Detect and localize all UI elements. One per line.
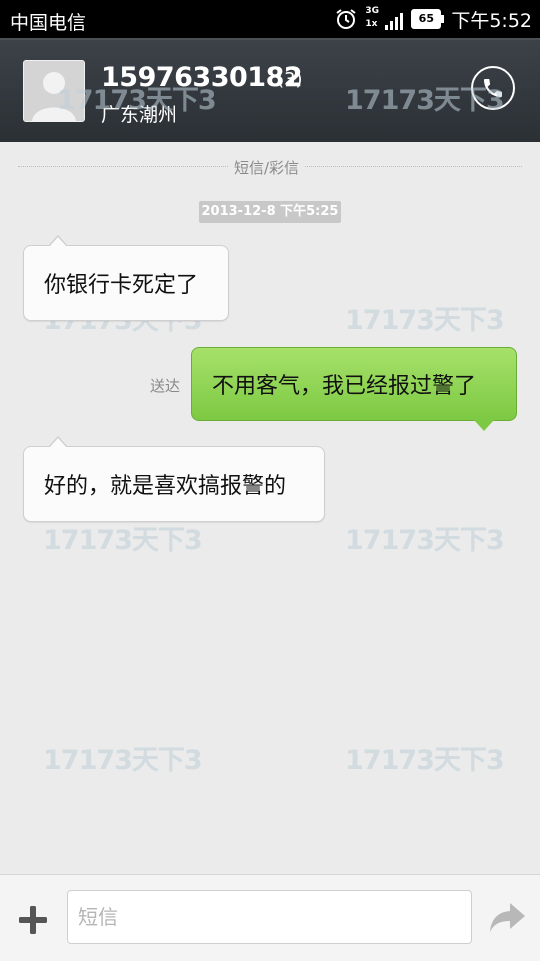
message-text: 不用客气，我已经报过警了 xyxy=(212,374,477,399)
watermark: 17173天下3 xyxy=(57,85,217,116)
message-text: 你银行卡死定了 xyxy=(44,273,199,298)
carrier-name: 中国电信 xyxy=(10,12,87,34)
watermark: 17173天下3 xyxy=(345,745,505,776)
status-time: 下午5:52 xyxy=(451,9,532,32)
watermark: 17173天下3 xyxy=(345,525,505,556)
delivery-status: 送达 xyxy=(150,377,181,395)
message-input[interactable] xyxy=(67,890,472,944)
message-date: 2013-12-8 下午5:25 xyxy=(199,201,341,223)
battery-level: 65 xyxy=(418,12,434,25)
battery-icon: 65 xyxy=(411,9,445,29)
watermark: 17173天下3 xyxy=(345,85,505,116)
outgoing-message[interactable]: 不用客气，我已经报过警了 xyxy=(191,347,517,431)
network-indicator: 3G 1x xyxy=(365,6,404,32)
send-icon[interactable] xyxy=(488,901,526,935)
alarm-icon xyxy=(336,9,356,29)
incoming-message[interactable]: 你银行卡死定了 xyxy=(23,235,229,321)
signal-icon xyxy=(385,13,404,30)
watermark: 17173天下3 xyxy=(345,305,505,336)
incoming-message[interactable]: 好的，就是喜欢搞报警的 xyxy=(23,436,325,522)
watermark: 17173天下3 xyxy=(43,745,203,776)
status-bar: 中国电信 3G 1x 65 下午5:52 xyxy=(0,0,540,38)
add-icon[interactable] xyxy=(15,902,51,938)
network-3g-label: 3G xyxy=(365,6,379,16)
status-icons: 3G 1x 65 下午5:52 xyxy=(335,6,532,32)
compose-bar xyxy=(0,874,540,961)
message-count: (3) xyxy=(277,69,303,90)
message-text: 好的，就是喜欢搞报警的 xyxy=(44,474,287,499)
watermark: 17173天下3 xyxy=(43,525,203,556)
divider-label: 短信/彩信 xyxy=(228,157,306,178)
network-1x-label: 1x xyxy=(365,19,378,29)
